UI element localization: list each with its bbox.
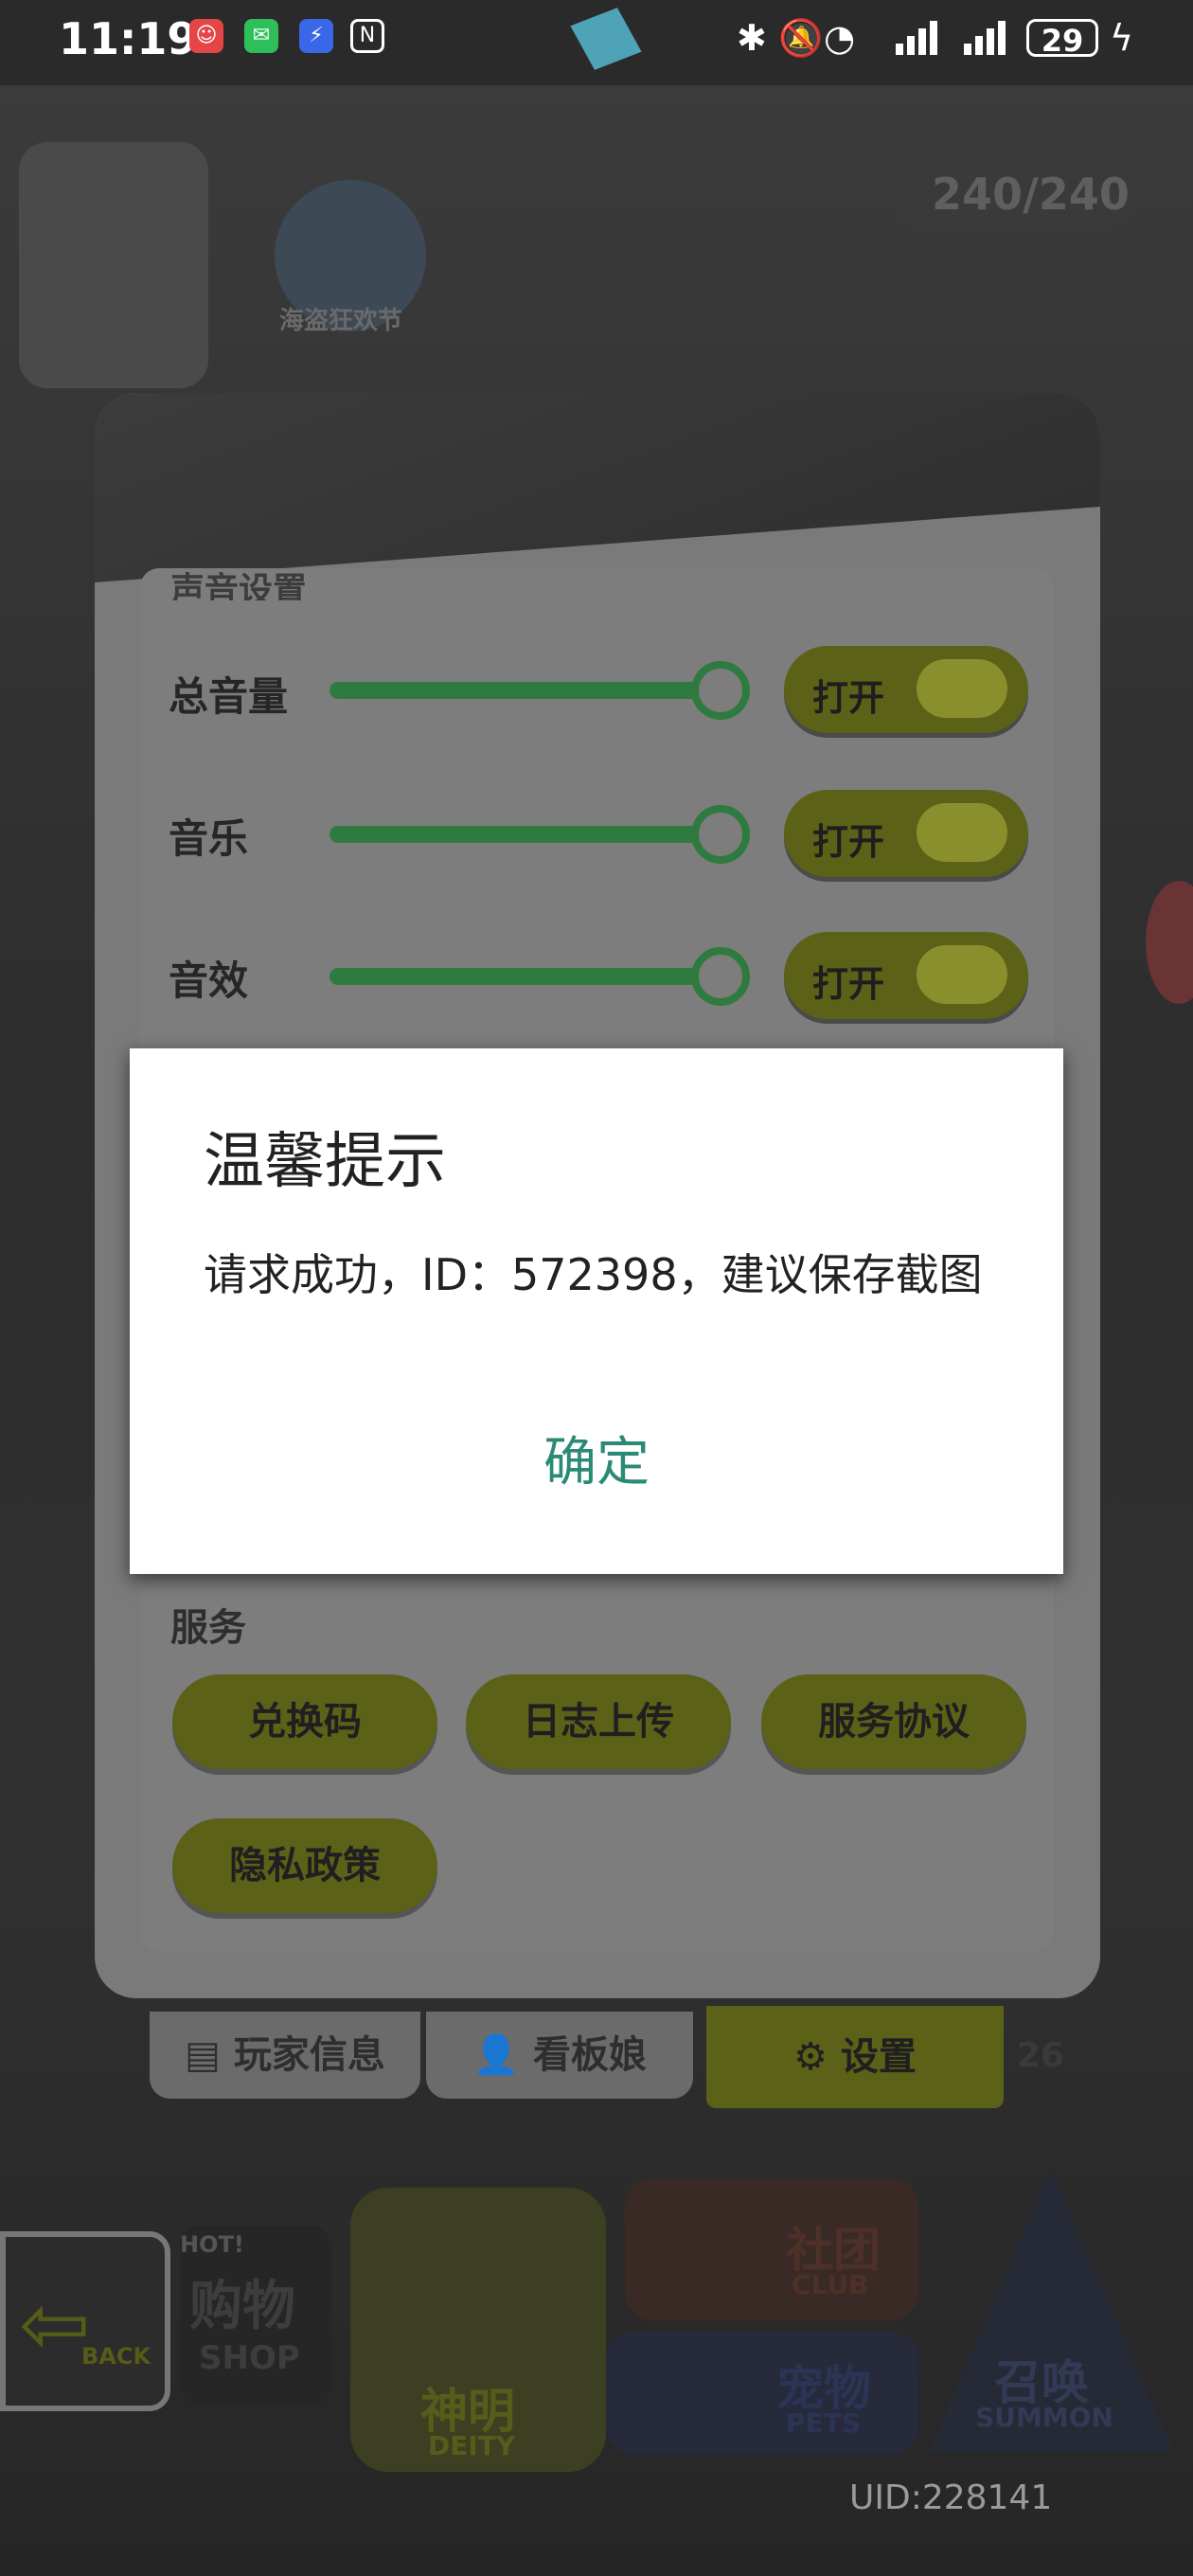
side-float-icon[interactable] — [1146, 881, 1193, 1004]
charging-icon: ϟ — [1110, 17, 1134, 59]
energy-value: 240/240 — [932, 169, 1130, 220]
sound-section-title: 声音设置 — [170, 571, 308, 600]
deity-label-en: DEITY — [428, 2430, 516, 2461]
pets-button[interactable]: 宠物 PETS — [606, 2332, 918, 2455]
dialog-title: 温馨提示 — [204, 1127, 446, 1197]
tab-settings-label: 设置 — [840, 2035, 917, 2079]
nfc-icon: N — [350, 19, 384, 53]
service-agreement-button[interactable]: 服务协议 — [761, 1674, 1026, 1769]
tab-mascot-label: 看板娘 — [532, 2033, 647, 2077]
uid-label: UID:228141 — [849, 2478, 1053, 2517]
sound-effects-slider[interactable] — [329, 968, 727, 985]
status-time: 11:19 — [59, 13, 198, 64]
music-knob[interactable] — [691, 805, 750, 864]
sound-effects-knob[interactable] — [691, 947, 750, 1006]
alert-dialog: 温馨提示 请求成功，ID：572398，建议保存截图 确定 — [130, 1048, 1063, 1574]
privacy-policy-button[interactable]: 隐私政策 — [172, 1818, 437, 1913]
toggle-thumb — [917, 659, 1007, 718]
toggle-thumb — [917, 803, 1007, 862]
event-label: 海盗狂欢节 — [279, 307, 403, 335]
log-upload-button[interactable]: 日志上传 — [466, 1674, 731, 1769]
master-volume-toggle[interactable]: 打开 — [784, 646, 1028, 733]
shop-label-en: SHOP — [199, 2339, 300, 2377]
wechat-icon: ✉ — [244, 19, 278, 53]
game-star-icon — [559, 0, 652, 83]
side-number: 26 — [1017, 2036, 1065, 2075]
mascot-icon: 👤 — [472, 2033, 533, 2077]
music-slider[interactable] — [329, 826, 727, 843]
back-button[interactable]: ⇦ BACK — [0, 2231, 170, 2411]
deity-button[interactable]: 神明 DEITY — [350, 2188, 606, 2472]
sound-effects-label: 音效 — [169, 957, 249, 1004]
music-toggle[interactable]: 打开 — [784, 790, 1028, 877]
toggle-thumb — [917, 945, 1007, 1004]
toggle-label: 打开 — [812, 677, 885, 719]
sound-effects-toggle[interactable]: 打开 — [784, 932, 1028, 1019]
dialog-message: 请求成功，ID：572398，建议保存截图 — [204, 1249, 983, 1300]
app-notification-icon-2: ⚡ — [299, 19, 333, 53]
music-label: 音乐 — [169, 815, 249, 862]
pets-label-en: PETS — [786, 2407, 861, 2439]
energy-bar[interactable]: 240/240 — [890, 161, 1136, 227]
hot-badge: HOT! — [180, 2231, 244, 2258]
redeem-code-button[interactable]: 兑换码 — [172, 1674, 437, 1769]
status-bar: 11:19 ☺ ✉ ⚡ N ✱ 🔕 ◔ 29 ϟ — [0, 0, 1193, 85]
app-notification-icon: ☺ — [189, 19, 223, 53]
tab-mascot[interactable]: 👤 看板娘 — [426, 2012, 693, 2099]
toggle-label: 打开 — [812, 821, 885, 863]
club-button[interactable]: 社团 CLUB — [625, 2178, 918, 2320]
service-section-title: 服务 — [170, 1606, 246, 1650]
gear-icon: ⚙ — [793, 2035, 841, 2079]
shop-label-cn: 购物 — [189, 2276, 295, 2337]
dialog-ok-button[interactable]: 确定 — [130, 1406, 1063, 1520]
summon-label-en: SUMMON — [975, 2402, 1113, 2433]
battery-indicator: 29 — [1026, 19, 1098, 59]
signal-icon — [896, 21, 953, 55]
back-label: BACK — [81, 2343, 151, 2370]
tab-player-info-label: 玩家信息 — [233, 2033, 385, 2077]
player-info-icon: ▤ — [185, 2033, 234, 2077]
signal-icon-2 — [964, 21, 1021, 55]
wifi-icon: ◔ — [824, 17, 856, 59]
shop-button[interactable]: HOT! 购物 SHOP — [180, 2226, 331, 2406]
toggle-label: 打开 — [812, 963, 885, 1005]
character-portrait — [19, 142, 208, 388]
master-volume-slider[interactable] — [329, 682, 727, 699]
back-arrow-icon: ⇦ — [19, 2275, 91, 2374]
tab-player-info[interactable]: ▤ 玩家信息 — [150, 2012, 420, 2099]
mute-icon: 🔕 — [778, 17, 824, 59]
master-volume-label: 总音量 — [169, 673, 289, 720]
tab-settings[interactable]: ⚙ 设置 — [706, 2006, 1004, 2108]
master-volume-knob[interactable] — [691, 661, 750, 720]
club-label-en: CLUB — [792, 2269, 869, 2300]
bluetooth-icon: ✱ — [737, 17, 767, 59]
